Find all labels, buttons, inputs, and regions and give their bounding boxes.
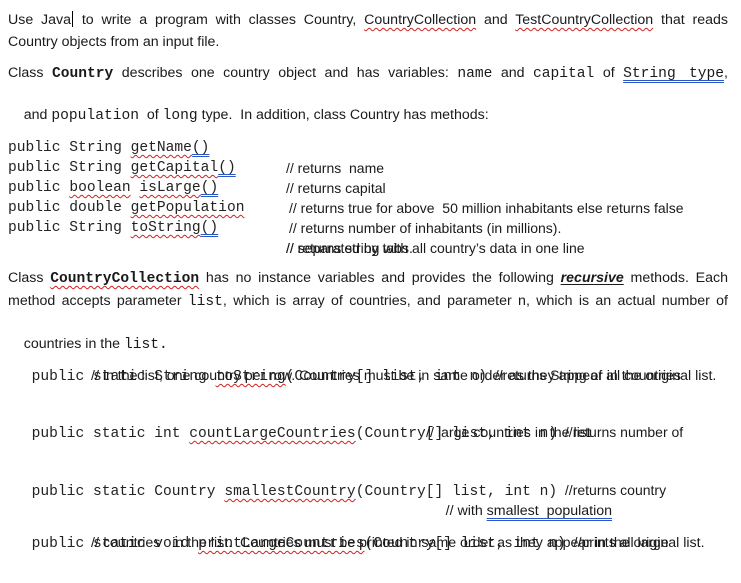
class-name-testcountrycollection: TestCountryCollection — [515, 12, 654, 28]
collection-desc-text: has no instance variables and provides t… — [199, 270, 561, 286]
intro-and: and — [476, 12, 516, 28]
method-prefix: public static Country — [31, 484, 225, 500]
method-name: smallestCountry — [224, 484, 356, 500]
method-comment: // separated by tabs. — [286, 240, 413, 256]
collection-method-comment-2: // countries in the list. Countries must… — [91, 535, 705, 551]
country-desc-pre: Class — [8, 65, 52, 81]
collection-method-row: public static String toString(Country[] … — [8, 345, 681, 385]
intro-line-1: Use Java to write a program with classes… — [8, 10, 728, 30]
country-method-row: public boolean isLarge() // returns true… — [8, 158, 733, 216]
recursive-emphasis: recursive — [560, 270, 624, 286]
intro-text: to write a program with classes Country, — [74, 12, 365, 28]
collection-desc-line-1: Class CountryCollection has no instance … — [8, 268, 728, 288]
collection-desc-line-2: method accepts parameter list, which is … — [8, 291, 728, 311]
collection-method-comment-2: // in the list, one country per row. Cou… — [91, 368, 717, 384]
collection-method-row: public static void printLargeCountries(C… — [8, 512, 669, 552]
country-desc-of: of — [594, 65, 624, 81]
country-method-row: public String toString() // returns stri… — [8, 198, 733, 256]
country-method-comment-continuation: // separated by tabs. — [8, 218, 733, 256]
country-desc-line-2: and population of long type. In addition… — [8, 85, 489, 124]
country-desc-comma: , — [724, 65, 728, 81]
class-name-country: Country — [51, 66, 114, 82]
string-type-link: String type — [623, 66, 725, 82]
text-cursor — [72, 11, 74, 27]
method-prefix: public static int — [31, 426, 190, 442]
variable-capital: capital — [533, 66, 595, 82]
intro-text-start: Use Java — [8, 12, 72, 28]
method-name: countLargeCountries — [189, 426, 356, 442]
intro-line-2: Country objects from an input file. — [8, 34, 220, 50]
collection-method-row: public static int countLargeCountries(Co… — [8, 402, 684, 442]
country-desc-text: describes one country object and has var… — [113, 65, 458, 81]
collection-method-row: public static Country smallestCountry(Co… — [8, 460, 666, 500]
collection-desc-text: , which is array of countries, and param… — [222, 293, 728, 309]
country-method-row: public double getPopulation // returns n… — [8, 178, 733, 236]
country-method-row: public String getName() // returns name — [8, 118, 733, 176]
country-desc-and: and — [492, 65, 534, 81]
intro-end: that reads — [653, 12, 728, 28]
param-list: list — [187, 294, 223, 310]
collection-method-comment-2: // with smallest population — [422, 481, 612, 519]
country-desc-line-1: Class Country describes one country obje… — [8, 63, 728, 83]
collection-desc-pre: Class — [8, 270, 51, 286]
variable-name: name — [457, 66, 493, 82]
country-method-row: public String getCapital() // returns ca… — [8, 138, 733, 196]
class-name-countrycollection: CountryCollection — [50, 271, 200, 287]
class-name-countrycollection: CountryCollection — [364, 12, 477, 28]
collection-desc-line-3: countries in the list. — [8, 314, 168, 353]
collection-desc-text-end: methods. Each — [623, 270, 728, 286]
collection-desc-text: method accepts parameter — [8, 293, 188, 309]
collection-method-comment-2: // large countries in the list — [426, 425, 591, 441]
